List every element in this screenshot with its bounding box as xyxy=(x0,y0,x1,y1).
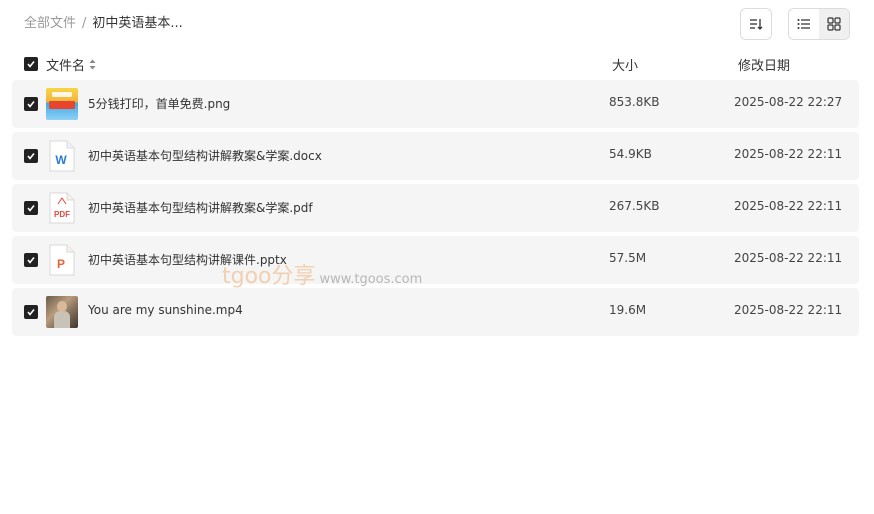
file-row[interactable]: You are my sunshine.mp4 19.6M 2025-08-22… xyxy=(12,288,859,336)
list-view-button[interactable] xyxy=(789,9,819,39)
row-checkbox[interactable] xyxy=(24,253,38,267)
name-column-label: 文件名 xyxy=(46,59,86,74)
check-icon xyxy=(27,101,35,108)
date-column-header[interactable]: 修改日期 xyxy=(738,55,790,74)
check-icon xyxy=(27,61,35,68)
file-table-header: 文件名 大小 修改日期 xyxy=(12,52,859,76)
file-size: 54.9KB xyxy=(609,147,652,161)
list-view-icon xyxy=(797,19,810,29)
file-date: 2025-08-22 22:11 xyxy=(734,303,843,317)
file-size: 267.5KB xyxy=(609,199,660,213)
file-date: 2025-08-22 22:11 xyxy=(734,251,843,265)
file-list: 5分钱打印，首单免费.png 853.8KB 2025-08-22 22:27 … xyxy=(12,80,859,340)
file-name[interactable]: You are my sunshine.mp4 xyxy=(88,303,243,317)
select-all-checkbox[interactable] xyxy=(24,57,38,71)
check-icon xyxy=(27,205,35,212)
file-name[interactable]: 初中英语基本句型结构讲解课件.pptx xyxy=(88,251,287,268)
svg-text:PDF: PDF xyxy=(54,210,70,219)
name-column-header[interactable]: 文件名 xyxy=(46,55,96,74)
check-icon xyxy=(27,309,35,316)
file-name[interactable]: 5分钱打印，首单免费.png xyxy=(88,95,230,112)
check-icon xyxy=(27,257,35,264)
image-thumbnail xyxy=(46,88,78,120)
svg-text:P: P xyxy=(57,257,65,271)
row-checkbox[interactable] xyxy=(24,201,38,215)
file-row[interactable]: P 初中英语基本句型结构讲解课件.pptx 57.5M 2025-08-22 2… xyxy=(12,236,859,284)
check-icon xyxy=(27,153,35,160)
file-date: 2025-08-22 22:27 xyxy=(734,95,843,109)
file-name[interactable]: 初中英语基本句型结构讲解教案&学案.docx xyxy=(88,147,322,164)
file-row[interactable]: W 初中英语基本句型结构讲解教案&学案.docx 54.9KB 2025-08-… xyxy=(12,132,859,180)
sort-icon xyxy=(750,19,763,30)
row-checkbox[interactable] xyxy=(24,149,38,163)
pdf-file-icon: PDF xyxy=(46,192,78,224)
breadcrumb-current-folder: 初中英语基本... xyxy=(92,16,183,31)
row-checkbox[interactable] xyxy=(24,97,38,111)
row-checkbox[interactable] xyxy=(24,305,38,319)
view-mode-switch xyxy=(788,8,850,40)
top-bar: 全部文件 / 初中英语基本... xyxy=(0,0,874,48)
file-row[interactable]: 5分钱打印，首单免费.png 853.8KB 2025-08-22 22:27 xyxy=(12,80,859,128)
sort-toggle-icon xyxy=(89,59,96,70)
file-size: 57.5M xyxy=(609,251,647,265)
breadcrumb-root-link[interactable]: 全部文件 xyxy=(24,16,76,31)
file-date: 2025-08-22 22:11 xyxy=(734,147,843,161)
word-file-icon: W xyxy=(46,140,78,172)
size-column-header[interactable]: 大小 xyxy=(612,55,638,74)
ppt-file-icon: P xyxy=(46,244,78,276)
file-size: 853.8KB xyxy=(609,95,660,109)
svg-text:W: W xyxy=(55,153,67,167)
grid-view-button[interactable] xyxy=(819,9,849,39)
breadcrumb-separator: / xyxy=(82,16,87,31)
sort-button[interactable] xyxy=(740,8,772,40)
file-size: 19.6M xyxy=(609,303,647,317)
file-date: 2025-08-22 22:11 xyxy=(734,199,843,213)
grid-view-icon xyxy=(827,17,841,31)
video-thumbnail xyxy=(46,296,78,328)
file-name[interactable]: 初中英语基本句型结构讲解教案&学案.pdf xyxy=(88,199,313,216)
file-row[interactable]: PDF 初中英语基本句型结构讲解教案&学案.pdf 267.5KB 2025-0… xyxy=(12,184,859,232)
breadcrumb: 全部文件 / 初中英语基本... xyxy=(24,15,183,33)
